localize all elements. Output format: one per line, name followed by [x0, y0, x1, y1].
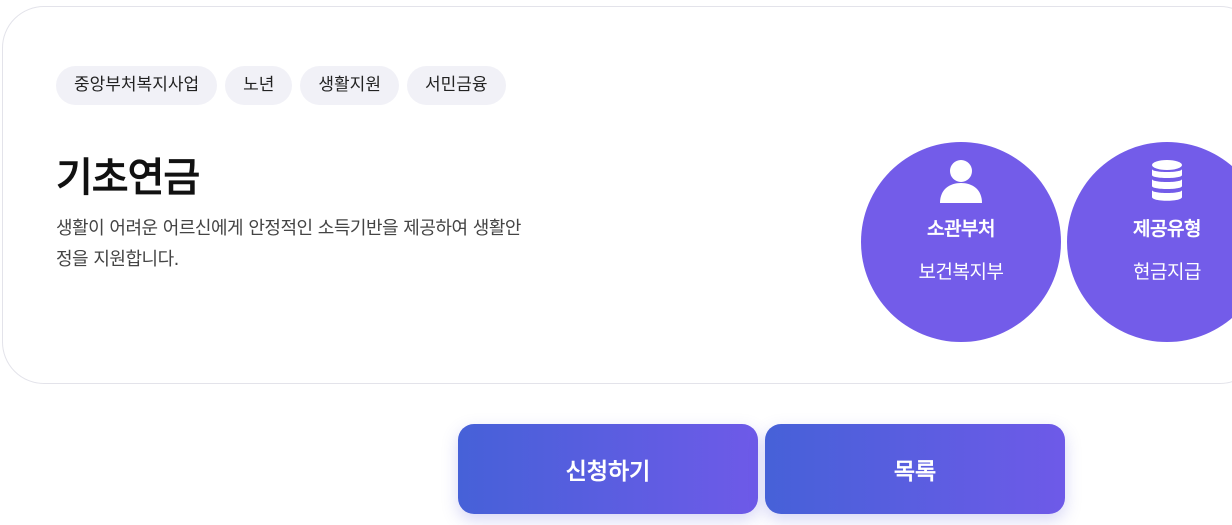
department-info: 소관부처 보건복지부: [861, 142, 1061, 342]
service-title: 기초연금: [56, 155, 200, 201]
support-type-info: 제공유형 현금지급: [1067, 142, 1232, 342]
person-icon: [940, 160, 982, 203]
service-description: 생활이 어려운 어르신에게 안정적인 소득기반을 제공하여 생활안정을 지원합니…: [56, 218, 521, 270]
category-tag[interactable]: 노년: [225, 66, 293, 105]
apply-button[interactable]: 신청하기: [458, 424, 758, 514]
category-tag[interactable]: 서민금융: [406, 66, 506, 105]
category-tags: 중앙부처복지사업 노년 생활지원 서민금융: [56, 66, 506, 105]
department-value: 보건복지부: [918, 261, 1004, 283]
database-icon: [1152, 160, 1182, 201]
service-detail-card: 중앙부처복지사업 노년 생활지원 서민금융 기초연금 생활이 어려운 어르신에게…: [2, 6, 1232, 384]
support-type-value: 현금지급: [1133, 261, 1201, 283]
support-type-label: 제공유형: [1133, 218, 1201, 240]
list-button[interactable]: 목록: [765, 424, 1065, 514]
department-label: 소관부처: [927, 218, 995, 240]
category-tag[interactable]: 생활지원: [300, 66, 399, 105]
category-tag[interactable]: 중앙부처복지사업: [56, 66, 218, 105]
